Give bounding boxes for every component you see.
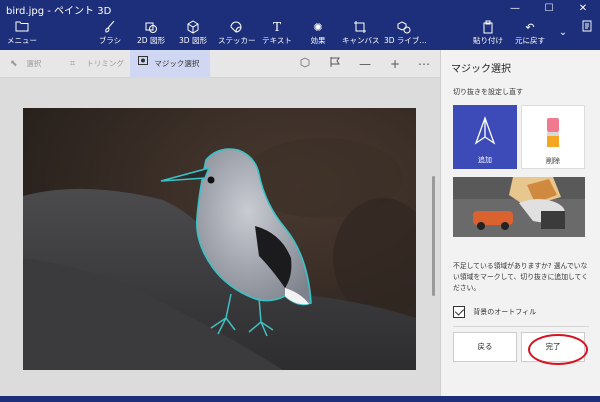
2d-shapes-icon [134,20,168,35]
history-icon [580,20,594,35]
maximize-button[interactable]: ☐ [532,0,566,18]
clipboard-icon [472,20,504,35]
crop-icon: ⌗ [70,59,76,69]
canvas-area[interactable] [0,78,440,399]
secondary-toolbar: ⬉ 選択 ⌗ トリミング マジック選択 — + ⋯ [0,50,440,78]
panel-divider [453,326,589,327]
history-button[interactable] [580,20,594,48]
magic-select-label: マジック選択 [154,59,200,68]
remove-tile-button[interactable]: 削除 [521,105,585,169]
undo-label: 元に戻す [515,36,545,45]
sticker-icon [218,20,254,35]
tool-2d-shapes-label: 2D 図形 [137,36,165,45]
close-button[interactable]: ✕ [566,0,600,18]
tool-canvas-label: キャンバス [342,36,380,45]
autofill-checkbox[interactable] [453,306,465,318]
undo-button[interactable]: ↶ 元に戻す [512,20,548,48]
remove-label: 削除 [546,157,560,165]
ribbon-more-button[interactable]: ⌄ [556,20,570,48]
tool-brush-label: ブラシ [98,36,122,45]
tool-3d-shapes[interactable]: 3D 図形 [176,20,210,48]
view-3d-icon[interactable] [294,50,316,78]
tool-text[interactable]: T テキスト [262,20,292,48]
undo-icon: ↶ [525,21,535,34]
flag-icon[interactable] [324,50,346,78]
tool-effects-label: 効果 [310,36,326,45]
paste-label: 貼り付け [473,36,503,45]
tool-2d-shapes[interactable]: 2D 図形 [134,20,168,48]
magic-select-icon [138,50,152,78]
menu-button[interactable]: メニュー [6,20,38,48]
menu-label: メニュー [7,36,37,45]
tool-3d-shapes-label: 3D 図形 [179,36,207,45]
vertical-scrollbar[interactable] [432,176,435,296]
tool-brush[interactable]: ブラシ [96,20,124,48]
panel-hint: 切り抜きを設定し直す [453,88,523,96]
tutorial-preview-image [453,177,585,237]
back-button[interactable]: 戻る [453,332,517,362]
window-bottom-edge [0,396,600,402]
ribbon: メニュー ブラシ 2D 図形 3D 図形 ステッカー T テキスト ✺ 効果 キ… [0,18,600,50]
autofill-checkbox-row[interactable]: 背景のオートフィル [453,304,536,320]
bird-photo[interactable] [23,108,416,370]
crop-tool-label: トリミング [86,59,124,68]
tool-3d-library-label: 3D ライブ... [384,36,427,45]
magic-select-tool[interactable]: マジック選択 [130,50,210,78]
text-icon: T [272,20,281,34]
photo-illustration [23,108,416,370]
brush-icon [96,20,124,35]
cube-icon [176,20,210,35]
tool-stickers[interactable]: ステッカー [218,20,256,48]
paste-button[interactable]: 貼り付け [472,20,504,48]
canvas-icon [342,20,378,35]
tool-effects[interactable]: ✺ 効果 [304,20,332,48]
tool-3d-library[interactable]: 3D ライブ... [384,20,427,48]
crop-tool[interactable]: ⌗ トリミング [62,50,128,78]
panel-title: マジック選択 [451,64,511,75]
tool-text-label: テキスト [262,36,292,45]
cursor-icon: ⬉ [10,59,18,69]
add-label: 追加 [478,156,492,164]
pen-icon [468,115,502,149]
select-tool-label: 選択 [26,59,42,68]
folder-icon [6,20,38,35]
eraser-icon [536,116,570,150]
minimize-button[interactable]: — [498,0,532,18]
add-tile-button[interactable]: 追加 [453,105,517,169]
toolbar-more-button[interactable]: ⋯ [413,50,435,78]
autofill-label: 背景のオートフィル [473,308,537,316]
panel-description: 不足している領域がありますか? 選んでいない領域をマークして、切り抜きに追加して… [453,262,588,292]
tool-canvas[interactable]: キャンバス [342,20,380,48]
select-tool[interactable]: ⬉ 選択 [2,50,58,78]
window-title: bird.jpg - ペイント 3D [6,6,112,17]
zoom-out-button[interactable]: — [354,50,376,78]
done-annotation-circle [528,334,588,365]
3d-library-icon [384,20,424,35]
title-bar: bird.jpg - ペイント 3D — ☐ ✕ [0,0,600,18]
sun-icon: ✺ [313,21,323,34]
tool-stickers-label: ステッカー [218,36,256,45]
zoom-in-button[interactable]: + [384,50,406,78]
